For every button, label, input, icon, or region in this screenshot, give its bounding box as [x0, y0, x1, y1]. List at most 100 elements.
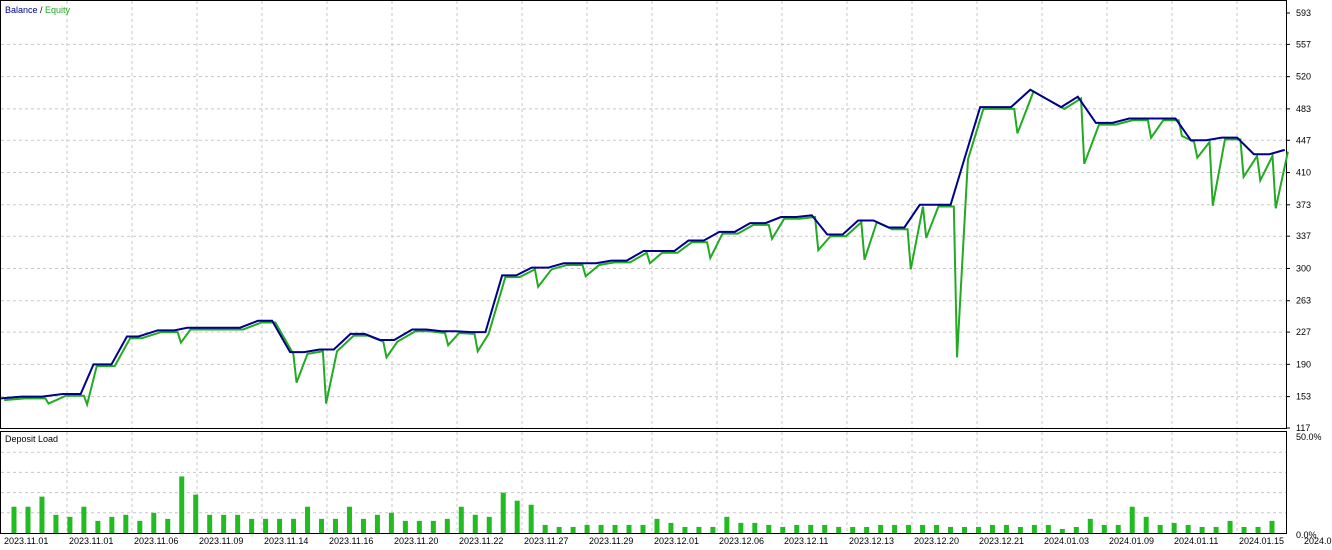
deposit-load-title: Deposit Load [5, 434, 58, 444]
y-tick-label: 373 [1296, 200, 1311, 210]
deposit-load-bar [1129, 506, 1135, 533]
deposit-load-bar [570, 526, 576, 533]
y-tick-label: 337 [1296, 231, 1311, 241]
x-tick-label: 2023.11.06 [134, 536, 178, 545]
deposit-load-bar [137, 520, 143, 533]
deposit-load-bar [486, 516, 492, 533]
deposit-load-bar [766, 524, 772, 533]
deposit-load-bar [109, 516, 115, 533]
x-tick-label: 2024.01.11 [1174, 536, 1218, 545]
deposit-load-bar [67, 516, 73, 533]
deposit-load-bar [542, 524, 548, 533]
deposit-load-bar [892, 524, 898, 533]
deposit-load-ytick-top: 50.0% [1296, 432, 1322, 442]
deposit-load-bar [444, 518, 450, 533]
deposit-load-bar [1185, 524, 1191, 533]
deposit-load-bar [123, 514, 129, 533]
deposit-load-bar [346, 506, 352, 533]
deposit-load-bar [416, 520, 422, 533]
x-tick-label: 2023.12.11 [784, 536, 828, 545]
deposit-load-bar [1017, 526, 1023, 533]
deposit-load-bar [332, 518, 338, 533]
deposit-load-bar [1087, 518, 1093, 533]
deposit-load-bar [1031, 524, 1037, 533]
y-tick-label: 263 [1296, 296, 1311, 306]
y-tick-label: 520 [1296, 72, 1311, 82]
x-tick-label: 2023.11.29 [589, 536, 633, 545]
y-tick-label: 557 [1296, 39, 1311, 49]
deposit-load-bar [319, 518, 325, 533]
x-tick-label: 2023.11.20 [394, 536, 438, 545]
x-tick-label: 2023.11.01 [4, 536, 48, 545]
deposit-load-bar [850, 526, 856, 533]
deposit-load-bar [668, 522, 674, 533]
legend-balance: Balance [5, 5, 38, 15]
deposit-load-bar [682, 526, 688, 533]
deposit-load-bar [1269, 520, 1275, 533]
chart-svg: 5935575204834474103733373002632271901531… [0, 0, 1332, 546]
deposit-load-bar [626, 524, 632, 533]
deposit-load-bar [221, 514, 227, 533]
deposit-load-bar [724, 516, 730, 533]
deposit-load-bar [249, 518, 255, 533]
deposit-load-bar [836, 526, 842, 533]
y-tick-label: 593 [1296, 8, 1311, 18]
x-tick-label: 2023.11.27 [524, 536, 568, 545]
deposit-load-bar [95, 520, 101, 533]
deposit-load-bar [1171, 522, 1177, 533]
deposit-load-bar [961, 526, 967, 533]
legend: Balance / Equity [5, 5, 71, 15]
deposit-load-bar [11, 506, 17, 533]
deposit-load-bar [584, 524, 590, 533]
x-tick-label: 2023.12.13 [849, 536, 894, 545]
legend-equity: Equity [45, 5, 71, 15]
deposit-load-bar [305, 506, 311, 533]
deposit-load-bar [193, 494, 199, 533]
deposit-load-bar [374, 514, 380, 533]
deposit-load-bar [975, 526, 981, 533]
deposit-load-bar [794, 524, 800, 533]
y-tick-label: 410 [1296, 168, 1311, 178]
deposit-load-bar [165, 518, 171, 533]
x-tick-label: 2024.01.03 [1044, 536, 1089, 545]
deposit-load-bar [654, 518, 660, 533]
deposit-load-bar [710, 526, 716, 533]
x-tick-label: 2023.12.20 [914, 536, 959, 545]
deposit-load-bar [277, 518, 283, 533]
deposit-load-bar [640, 524, 646, 533]
deposit-load-bar [1073, 526, 1079, 533]
x-tick-label: 2024.01.09 [1109, 536, 1154, 545]
y-tick-label: 300 [1296, 263, 1311, 273]
deposit-load-bar [1045, 524, 1051, 533]
deposit-load-bar [1059, 528, 1065, 533]
deposit-load-bar [235, 514, 241, 533]
deposit-load-bar [808, 524, 814, 533]
deposit-load-bar [402, 520, 408, 533]
deposit-load-bar [878, 524, 884, 533]
deposit-load-bar [1003, 524, 1009, 533]
deposit-load-bar [81, 506, 87, 533]
deposit-load-bar [612, 524, 618, 533]
deposit-load-bar [598, 524, 604, 533]
deposit-load-bar [780, 526, 786, 533]
main-y-axis: 5935575204834474103733373002632271901531… [1286, 8, 1311, 433]
legend-separator: / [38, 5, 46, 15]
deposit-load-bar [1115, 524, 1121, 533]
deposit-load-bar [1227, 520, 1233, 533]
deposit-load-bar [207, 514, 213, 533]
deposit-load-bar [151, 512, 157, 533]
x-tick-label: 2023.11.14 [264, 536, 308, 545]
deposit-load-bar [458, 506, 464, 533]
x-tick-label: 2024.01.15 [1239, 536, 1284, 545]
x-tick-label: 2023.12.01 [654, 536, 699, 545]
deposit-load-bar [1143, 516, 1149, 533]
deposit-load-bar [53, 514, 59, 533]
deposit-load-bar [920, 524, 926, 533]
deposit-load-bar [1199, 526, 1205, 533]
deposit-load-bar [263, 518, 269, 533]
deposit-load-bar [291, 518, 297, 533]
deposit-load-bar [500, 492, 506, 533]
x-tick-label: 2024.01.24 [1304, 536, 1332, 545]
x-tick-label: 2023.11.22 [459, 536, 503, 545]
deposit-load-bar [1255, 526, 1261, 533]
